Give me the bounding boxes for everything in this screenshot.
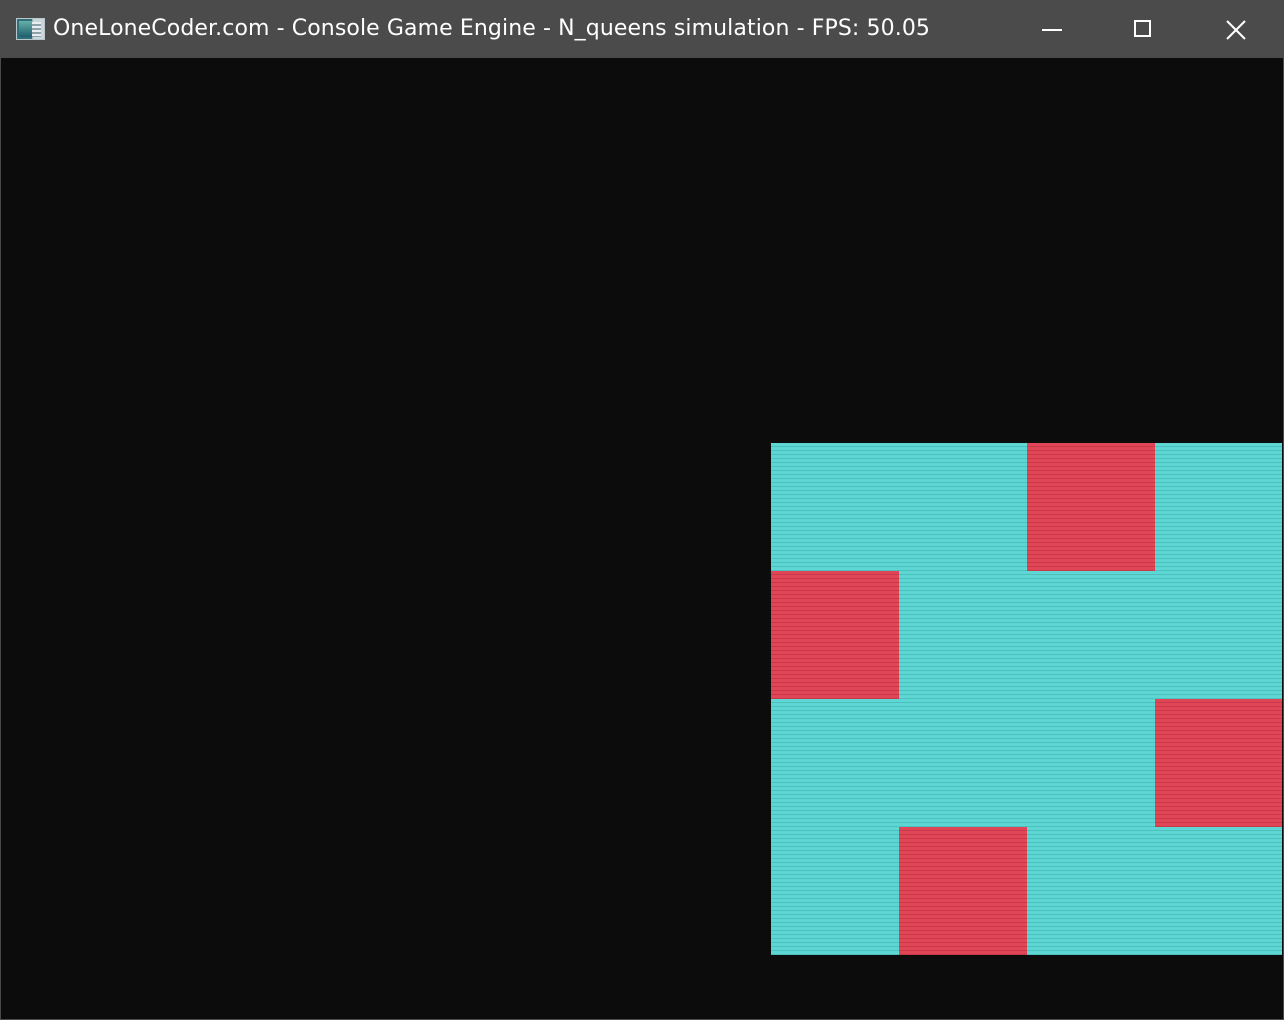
board-cell — [899, 571, 1027, 699]
game-canvas[interactable] — [2, 58, 1282, 1019]
board-cell — [1155, 443, 1282, 571]
board-cell — [1155, 827, 1282, 955]
maximize-button[interactable] — [1097, 1, 1189, 58]
board-cell — [771, 699, 899, 827]
close-icon — [1226, 20, 1246, 40]
minimize-button[interactable] — [1005, 1, 1097, 58]
board-cell — [1155, 571, 1282, 699]
board-cell — [771, 443, 899, 571]
app-window: OneLoneCoder.com - Console Game Engine -… — [0, 0, 1284, 1020]
title-bar[interactable]: OneLoneCoder.com - Console Game Engine -… — [1, 1, 1283, 58]
board-cell — [771, 827, 899, 955]
board-cell — [1027, 571, 1155, 699]
queen-cell — [1155, 699, 1282, 827]
board-cell — [899, 699, 1027, 827]
queen-cell — [771, 571, 899, 699]
board-cell — [1027, 699, 1155, 827]
chess-board — [771, 443, 1282, 955]
board-cell — [899, 443, 1027, 571]
close-button[interactable] — [1189, 1, 1281, 58]
console-app-icon[interactable] — [16, 18, 45, 40]
window-title: OneLoneCoder.com - Console Game Engine -… — [53, 16, 931, 41]
queen-cell — [899, 827, 1027, 955]
board-cell — [1027, 827, 1155, 955]
queen-cell — [1027, 443, 1155, 571]
